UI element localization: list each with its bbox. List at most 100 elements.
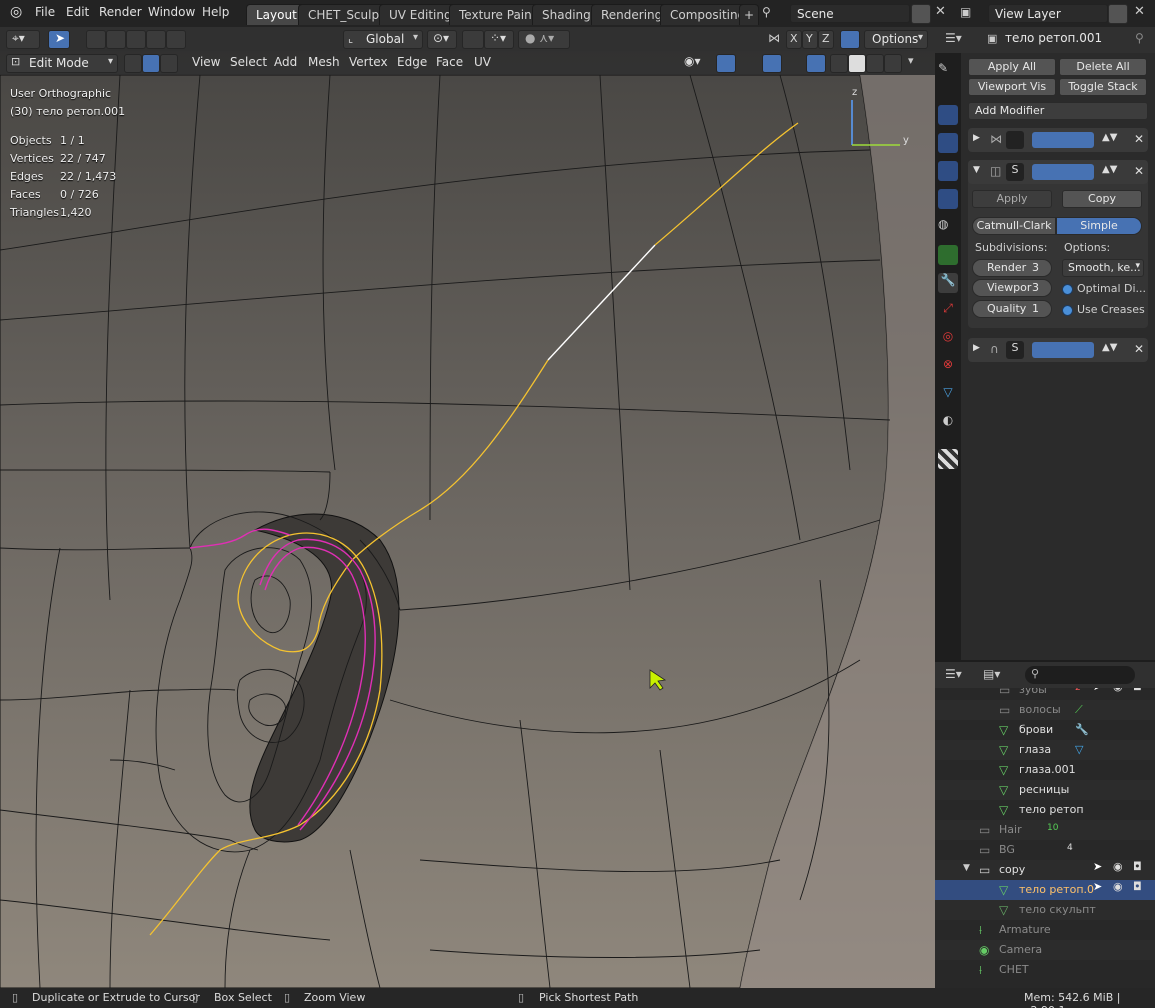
snap-target-dropdown[interactable]: ⁘▾: [484, 30, 514, 49]
modifier-2-header[interactable]: ▼ ◫ S ▲▼ ✕: [968, 160, 1148, 184]
remove-modifier-icon[interactable]: ✕: [1134, 132, 1144, 146]
apply-all-button[interactable]: Apply All: [968, 58, 1056, 76]
remove-scene-icon[interactable]: ✕: [935, 4, 946, 19]
new-view-layer-icon[interactable]: [1108, 4, 1128, 24]
options-dropdown[interactable]: Options ▾: [864, 30, 928, 49]
snap-toggle-icon[interactable]: [462, 30, 484, 49]
tab-data-icon[interactable]: ▽: [938, 385, 958, 405]
viewport-levels-field[interactable]: Viewpor 3: [972, 279, 1052, 297]
mirror-x-button[interactable]: X: [786, 30, 802, 49]
edge-select-icon[interactable]: [142, 54, 160, 73]
menu-render[interactable]: Render: [99, 5, 142, 19]
select-arrow-icon[interactable]: ➤: [1093, 880, 1102, 893]
new-scene-icon[interactable]: [911, 4, 931, 24]
modifier-3-visibility-toggles[interactable]: [1032, 342, 1094, 358]
mode-dropdown[interactable]: ⊡ Edit Mode ▾: [6, 54, 118, 73]
remove-view-layer-icon[interactable]: ✕: [1134, 4, 1145, 19]
select-new-icon[interactable]: [86, 30, 106, 49]
gizmo-toggle-icon[interactable]: [716, 54, 736, 73]
move-up-icon[interactable]: ▲▼: [1102, 132, 1117, 143]
expand-arrow-icon[interactable]: ▶: [973, 343, 980, 353]
simple-option[interactable]: Simple: [1056, 217, 1142, 235]
collapse-arrow-icon[interactable]: ▼: [973, 165, 980, 175]
tab-particles-icon[interactable]: ⤢: [938, 301, 958, 321]
eye-icon[interactable]: ◉: [1113, 880, 1123, 893]
outliner-search-input[interactable]: ⚲: [1025, 666, 1135, 684]
uv-smooth-dropdown[interactable]: Smooth, ke... ▾: [1062, 259, 1144, 277]
delete-all-button[interactable]: Delete All: [1059, 58, 1147, 76]
shading-rendered-icon[interactable]: [884, 54, 902, 73]
overlay-toggle-icon[interactable]: [762, 54, 782, 73]
apply-button[interactable]: Apply: [972, 190, 1052, 208]
modifier-1-visibility-toggles[interactable]: [1032, 132, 1094, 148]
menu-help[interactable]: Help: [202, 5, 229, 19]
camera-icon[interactable]: ◘: [1133, 860, 1142, 873]
transform-orientation-dropdown[interactable]: ⌞ Global ▾: [343, 30, 423, 49]
catmull-clark-option[interactable]: Catmull-Clark: [972, 217, 1056, 235]
3d-viewport[interactable]: z y User Orthographic (30) тело ретоп.00…: [0, 27, 935, 988]
optimal-display-checkbox[interactable]: [1062, 284, 1073, 295]
tab-world-icon[interactable]: ◍: [938, 217, 958, 237]
gizmo-y-label[interactable]: y: [903, 135, 909, 146]
select-tool-icon[interactable]: ➤: [48, 30, 70, 49]
move-up-icon[interactable]: ▲▼: [1102, 164, 1117, 175]
menu-uv[interactable]: UV: [474, 55, 491, 69]
camera-icon[interactable]: ◘: [1133, 880, 1142, 893]
editor-type-button[interactable]: ⌖▾: [6, 30, 40, 49]
modifier-3-name-field[interactable]: S: [1006, 341, 1024, 359]
shading-wireframe-icon[interactable]: [830, 54, 848, 73]
select-extend-icon[interactable]: [106, 30, 126, 49]
face-select-icon[interactable]: [160, 54, 178, 73]
outliner-editor-icon[interactable]: ☰▾: [945, 667, 962, 681]
select-arrow-icon[interactable]: ➤: [1093, 860, 1102, 873]
render-levels-field[interactable]: Render 3: [972, 259, 1052, 277]
view-layer-field[interactable]: View Layer: [988, 4, 1108, 23]
scene-field[interactable]: Scene: [790, 4, 910, 23]
camera-icon[interactable]: ◘: [1133, 688, 1142, 693]
eye-icon[interactable]: ◉: [1113, 688, 1123, 693]
modifier-3-header[interactable]: ▶ ∩ S ▲▼ ✕: [968, 338, 1148, 362]
modifier-2-name-field[interactable]: S: [1006, 163, 1024, 181]
select-subtract-icon[interactable]: [126, 30, 146, 49]
shading-options-icon[interactable]: ▾: [908, 54, 914, 67]
properties-editor-icon[interactable]: ☰▾: [945, 31, 962, 45]
use-creases-checkbox[interactable]: [1062, 305, 1073, 316]
remove-modifier-icon[interactable]: ✕: [1134, 342, 1144, 356]
remove-modifier-icon[interactable]: ✕: [1134, 164, 1144, 178]
menu-mesh[interactable]: Mesh: [308, 55, 340, 69]
tab-modifier-icon[interactable]: 🔧: [938, 273, 958, 293]
xray-toggle-icon[interactable]: [806, 54, 826, 73]
menu-vertex[interactable]: Vertex: [349, 55, 388, 69]
tab-material-icon[interactable]: ◐: [938, 413, 958, 433]
shading-material-icon[interactable]: [866, 54, 884, 73]
auto-merge-icon[interactable]: [840, 30, 860, 49]
mirror-z-button[interactable]: Z: [818, 30, 834, 49]
gizmo-z-label[interactable]: z: [852, 87, 857, 98]
eye-icon[interactable]: ◉: [1113, 860, 1123, 873]
move-up-icon[interactable]: ▲▼: [1102, 342, 1117, 353]
select-arrow-icon[interactable]: ➤: [1093, 688, 1102, 693]
toggle-stack-button[interactable]: Toggle Stack: [1059, 78, 1147, 96]
tab-view-layer-icon[interactable]: [938, 161, 958, 181]
tab-texture-icon[interactable]: [938, 449, 958, 469]
tab-object-icon[interactable]: [938, 245, 958, 265]
pivot-point-dropdown[interactable]: ⊙▾: [427, 30, 457, 49]
menu-file[interactable]: File: [35, 5, 55, 19]
shading-solid-icon[interactable]: [848, 54, 866, 73]
tab-tool-icon[interactable]: ✎: [938, 61, 958, 81]
blender-logo-icon[interactable]: ◎: [10, 4, 22, 20]
pin-icon[interactable]: ⚲: [1135, 31, 1144, 45]
tab-output-icon[interactable]: [938, 133, 958, 153]
mirror-y-button[interactable]: Y: [802, 30, 818, 49]
menu-view[interactable]: View: [192, 55, 220, 69]
select-intersect-icon[interactable]: [166, 30, 186, 49]
display-mode-icon[interactable]: ▤▾: [983, 667, 1000, 681]
tab-physics-icon[interactable]: ◎: [938, 329, 958, 349]
modifier-1-header[interactable]: ▶ ⋈ ▲▼ ✕: [968, 128, 1148, 152]
quality-field[interactable]: Quality 1: [972, 300, 1052, 318]
tab-render-icon[interactable]: [938, 105, 958, 125]
scene-icon[interactable]: ⚲: [762, 5, 771, 19]
menu-select[interactable]: Select: [230, 55, 267, 69]
mirror-icon[interactable]: ⋈: [768, 31, 780, 45]
view-layer-icon[interactable]: ▣: [960, 5, 971, 19]
